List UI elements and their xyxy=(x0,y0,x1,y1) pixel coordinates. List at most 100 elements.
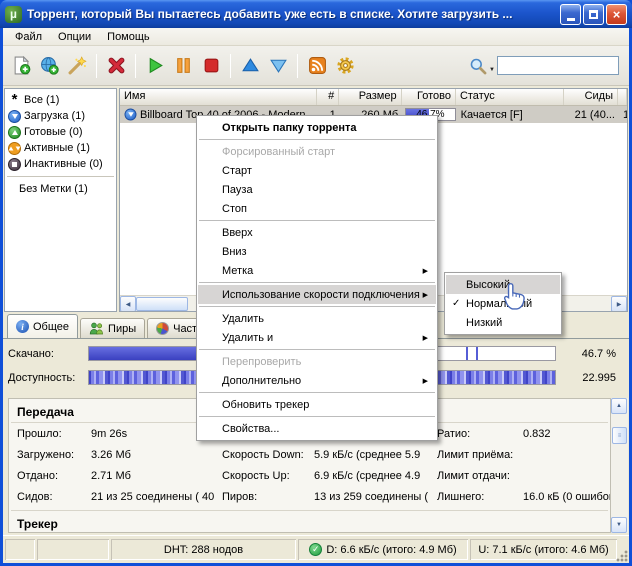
peers-icon xyxy=(89,322,104,335)
maximize-button[interactable] xyxy=(583,4,604,25)
vertical-scrollbar-thumb[interactable]: ≡ xyxy=(612,427,627,444)
sidebar-item-no-label[interactable]: Без Метки (1) xyxy=(5,181,116,197)
search-icon[interactable] xyxy=(469,57,487,75)
vertical-scrollbar-track[interactable] xyxy=(611,444,628,517)
menu-item-update-tracker[interactable]: Обновить трекер xyxy=(198,395,436,414)
submenu-item-low[interactable]: Низкий xyxy=(446,313,560,332)
up-limit-label: Лимит отдачи: xyxy=(437,470,523,482)
menu-file[interactable]: Файл xyxy=(7,30,50,44)
menu-item-stop[interactable]: Стоп xyxy=(198,199,436,218)
close-button[interactable]: × xyxy=(606,4,627,25)
add-torrent-button[interactable] xyxy=(7,52,35,80)
move-up-button[interactable] xyxy=(236,52,264,80)
menu-item-pause[interactable]: Пауза xyxy=(198,180,436,199)
stop-button[interactable] xyxy=(197,52,225,80)
sidebar-item-finished[interactable]: Готовые (0) xyxy=(5,124,116,140)
sidebar-item-label: Готовые (0) xyxy=(24,126,83,138)
toolbar-separator xyxy=(96,54,97,78)
sidebar-item-active[interactable]: Активные (1) xyxy=(5,140,116,156)
minimize-button[interactable] xyxy=(560,4,581,25)
tracker-header: Трекер xyxy=(9,511,610,533)
download-speed-status: D: 6.6 кБ/с (итого: 4.9 Мб) xyxy=(326,544,456,556)
status-panel-dht[interactable]: DHT: 288 нодов xyxy=(111,539,296,560)
column-header-done[interactable]: Готово xyxy=(402,89,456,105)
menu-item-text: Метка xyxy=(222,265,253,277)
menu-separator xyxy=(199,220,435,221)
create-torrent-button[interactable] xyxy=(63,52,91,80)
toolbar-separator xyxy=(135,54,136,78)
sidebar-divider xyxy=(7,176,114,177)
tab-peers[interactable]: Пиры xyxy=(80,318,145,338)
add-url-icon xyxy=(40,56,59,75)
add-torrent-icon xyxy=(12,56,31,75)
search-input[interactable] xyxy=(497,56,619,75)
column-header-name[interactable]: Имя xyxy=(120,89,317,105)
tab-general[interactable]: i Общее xyxy=(7,314,78,338)
menu-item-text: Использование скорости подключения xyxy=(222,289,420,301)
menu-item-remove-and[interactable]: Удалить и▶ xyxy=(198,328,436,347)
menu-item-advanced[interactable]: Дополнительно▶ xyxy=(198,371,436,390)
scroll-right-button[interactable]: ▶ xyxy=(611,296,627,312)
utorrent-logo-icon: µ xyxy=(5,6,22,23)
seeds-label: Сидов: xyxy=(17,491,91,503)
finished-icon xyxy=(8,126,21,139)
torrent-status-cell: Качается [F] xyxy=(457,106,565,123)
inactive-icon xyxy=(8,158,21,171)
rss-button[interactable] xyxy=(303,52,331,80)
menu-item-remove[interactable]: Удалить xyxy=(198,309,436,328)
scroll-left-button[interactable]: ◀ xyxy=(120,296,136,312)
menu-item-start[interactable]: Старт xyxy=(198,161,436,180)
scroll-up-button[interactable]: ▲ xyxy=(611,398,627,414)
start-button[interactable] xyxy=(141,52,169,80)
sidebar-item-inactive[interactable]: Инактивные (0) xyxy=(5,156,116,172)
menu-separator xyxy=(199,282,435,283)
up-speed-value: 6.9 кБ/с (среднее 4.9 xyxy=(314,470,437,482)
utorrent-window: µ Торрент, который Вы пытаетесь добавить… xyxy=(0,0,632,566)
status-panel-upload[interactable]: U: 7.1 кБ/с (итого: 4.6 Мб) xyxy=(470,539,617,560)
move-down-button[interactable] xyxy=(264,52,292,80)
menu-item-text: Удалить и xyxy=(222,332,273,344)
menu-separator xyxy=(199,349,435,350)
downloaded-value: 46.7 % xyxy=(562,348,618,360)
sidebar-item-label: Активные (1) xyxy=(24,142,90,154)
menu-item-move-down[interactable]: Вниз xyxy=(198,242,436,261)
down-speed-label: Скорость Down: xyxy=(222,449,314,461)
menu-item-label[interactable]: Метка▶ xyxy=(198,261,436,280)
ratio-value: 0.832 xyxy=(523,428,610,440)
menu-options[interactable]: Опции xyxy=(50,30,99,44)
horizontal-scrollbar-thumb[interactable] xyxy=(136,297,188,311)
column-header-size[interactable]: Размер xyxy=(339,89,401,105)
menu-help[interactable]: Помощь xyxy=(99,30,158,44)
sidebar-item-label: Все (1) xyxy=(24,94,59,106)
search-dropdown-icon[interactable]: ▼ xyxy=(489,67,495,73)
column-header-number[interactable]: # xyxy=(317,89,339,105)
status-panel-download[interactable]: ✓ D: 6.6 кБ/с (итого: 4.9 Мб) xyxy=(298,539,468,560)
asterisk-icon: * xyxy=(8,95,21,105)
column-header-seeds[interactable]: Сиды xyxy=(564,89,618,105)
settings-button[interactable] xyxy=(331,52,359,80)
menu-item-properties[interactable]: Свойства... xyxy=(198,419,436,438)
menu-item-bandwidth-allocation[interactable]: Использование скорости подключения▶ xyxy=(198,285,436,304)
active-icon xyxy=(8,142,21,155)
uploaded-total-label: Отдано: xyxy=(17,470,91,482)
sidebar-item-all[interactable]: * Все (1) xyxy=(5,92,116,108)
titlebar: µ Торрент, который Вы пытаетесь добавить… xyxy=(0,0,632,28)
sidebar-item-downloading[interactable]: Загрузка (1) xyxy=(5,108,116,124)
menu-item-open-folder[interactable]: Открыть папку торрента xyxy=(198,118,436,137)
maximize-icon xyxy=(589,10,598,19)
pause-button[interactable] xyxy=(169,52,197,80)
menu-item-move-up[interactable]: Вверх xyxy=(198,223,436,242)
scroll-down-button[interactable]: ▼ xyxy=(611,517,627,533)
column-header-peers[interactable] xyxy=(618,89,627,105)
sidebar-item-label: Инактивные (0) xyxy=(24,158,103,170)
ratio-label: Ратио: xyxy=(437,428,523,440)
menu-separator xyxy=(199,392,435,393)
add-url-button[interactable] xyxy=(35,52,63,80)
transfer-row: Отдано: 2.71 Мб Скорость Up: 6.9 кБ/с (с… xyxy=(9,465,610,486)
menu-item-text: Дополнительно xyxy=(222,375,301,387)
resize-grip[interactable] xyxy=(616,550,628,562)
remove-button[interactable] xyxy=(102,52,130,80)
toolbar: ▼ xyxy=(3,46,629,86)
column-header-status[interactable]: Статус xyxy=(456,89,564,105)
sidebar-item-label: Загрузка (1) xyxy=(24,110,85,122)
